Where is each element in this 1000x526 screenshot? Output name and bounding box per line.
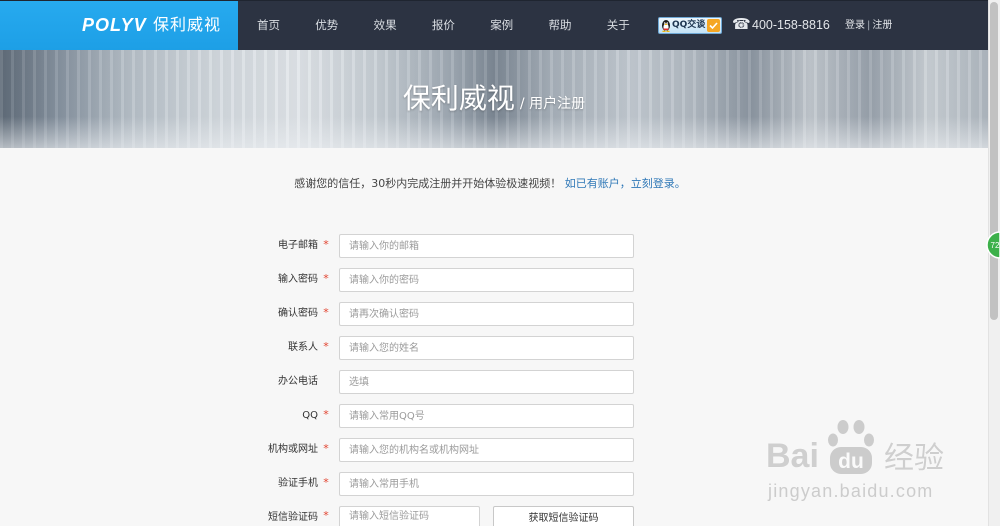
nav-item-about[interactable]: 关于: [607, 1, 665, 50]
hotline-number: 400-158-8816: [752, 18, 830, 32]
qq-label: QQ: [302, 410, 318, 421]
get-sms-code-button[interactable]: 获取短信验证码: [493, 506, 634, 526]
field-row-office-phone: 办公电话: [0, 370, 988, 394]
main-nav: 首页 优势 效果 报价 案例 帮助 关于: [257, 1, 665, 50]
nav-item-advantages[interactable]: 优势: [315, 1, 373, 50]
confirm-password-label: 确认密码: [278, 308, 318, 319]
intro-end-punctuation: 。: [674, 177, 686, 190]
banner-heading-inner: 保利威视 / 用户注册: [403, 82, 585, 116]
required-mark: *: [323, 408, 329, 421]
office-phone-input[interactable]: [339, 370, 634, 394]
qq-input[interactable]: [339, 404, 634, 428]
top-nav-bar: POLYV 保利威视 首页 优势 效果 报价 案例 帮助 关于 QQ交谈 ☎ 4…: [0, 0, 988, 50]
watermark-url: jingyan.baidu.com: [768, 481, 934, 501]
office-phone-label: 办公电话: [278, 376, 318, 387]
required-mark: *: [323, 238, 329, 251]
qq-chat-button[interactable]: QQ交谈: [658, 17, 722, 34]
nav-item-pricing[interactable]: 报价: [432, 1, 490, 50]
banner-heading: 保利威视 / 用户注册: [0, 50, 988, 148]
required-mark: *: [323, 442, 329, 455]
field-row-password: 输入密码 *: [0, 268, 988, 292]
logo-name-text: 保利威视: [153, 15, 222, 34]
mobile-input[interactable]: [339, 472, 634, 496]
mobile-label: 验证手机: [278, 478, 318, 489]
login-link[interactable]: 登录: [845, 20, 865, 31]
email-label: 电子邮箱: [278, 240, 318, 251]
baidu-paw-icon: du: [828, 420, 874, 474]
baidu-jingyan-watermark: Bai du 经验 jingyan.baidu.com: [760, 414, 956, 506]
login-now-link[interactable]: 立刻登录: [631, 177, 675, 190]
banner-subtitle: / 用户注册: [519, 96, 586, 112]
page-scrollbar[interactable]: [988, 0, 1000, 526]
banner-title: 保利威视: [402, 82, 515, 115]
required-mark: *: [323, 306, 329, 319]
logo-brand-text: POLYV: [82, 15, 147, 35]
required-mark: *: [323, 340, 329, 353]
phone-icon: [732, 15, 748, 33]
field-row-confirm-password: 确认密码 *: [0, 302, 988, 326]
password-label: 输入密码: [278, 274, 318, 285]
watermark-brand-left: Bai: [766, 437, 819, 475]
site-logo[interactable]: POLYV 保利威视: [0, 1, 238, 50]
email-input[interactable]: [339, 234, 634, 258]
field-row-contact-name: 联系人 *: [0, 336, 988, 360]
password-input[interactable]: [339, 268, 634, 292]
login-prompt: 如已有账户，: [564, 177, 631, 190]
auth-links: 登录 | 注册: [845, 17, 892, 35]
contact-name-input[interactable]: [339, 336, 634, 360]
nav-item-results[interactable]: 效果: [374, 1, 432, 50]
field-row-sms-code: 短信验证码 * 获取短信验证码: [0, 506, 988, 526]
intro-text: 感谢您的信任，30秒内完成注册并开始体验极速视频！ 如已有账户，立刻登录。: [0, 177, 980, 191]
scrollbar-thumb[interactable]: [990, 2, 998, 320]
qq-chat-label: QQ交谈: [672, 20, 706, 30]
auth-separator: |: [867, 20, 871, 31]
speed-badge[interactable]: 72: [986, 231, 1000, 259]
speed-badge-value: 72: [991, 241, 1000, 250]
required-mark: *: [323, 272, 329, 285]
contact-name-label: 联系人: [288, 342, 318, 353]
watermark-product: 经验: [884, 441, 944, 476]
registration-page: POLYV 保利威视 首页 优势 效果 报价 案例 帮助 关于 QQ交谈 ☎ 4…: [0, 0, 1000, 526]
register-link[interactable]: 注册: [872, 20, 892, 31]
nav-item-help[interactable]: 帮助: [548, 1, 606, 50]
required-mark: *: [323, 509, 329, 522]
qq-penguin-icon: [662, 20, 670, 32]
required-mark: *: [323, 476, 329, 489]
watermark-brand-right: du: [838, 450, 864, 473]
hero-banner: 保利威视 / 用户注册: [0, 50, 988, 148]
verified-check-icon: [707, 19, 720, 32]
nav-item-home[interactable]: 首页: [257, 1, 315, 50]
intro-message: 感谢您的信任，30秒内完成注册并开始体验极速视频！: [294, 177, 562, 190]
organization-label: 机构或网址: [268, 444, 318, 455]
field-row-email: 电子邮箱 *: [0, 234, 988, 258]
nav-item-cases[interactable]: 案例: [490, 1, 548, 50]
confirm-password-input[interactable]: [339, 302, 634, 326]
sms-code-label: 短信验证码: [268, 512, 318, 523]
organization-input[interactable]: [339, 438, 634, 462]
sms-code-input[interactable]: [339, 506, 480, 526]
